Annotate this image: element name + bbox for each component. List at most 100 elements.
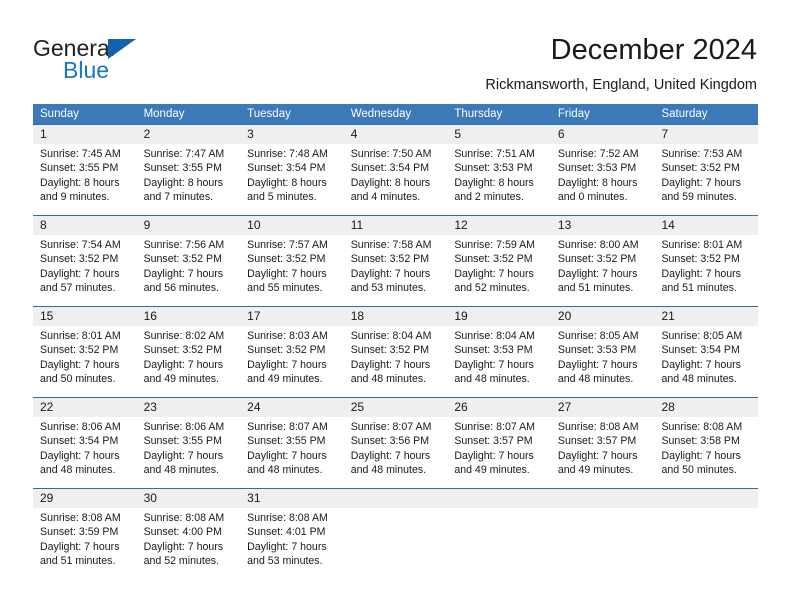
day-number[interactable]: 4 (344, 125, 448, 144)
day-number[interactable]: 28 (654, 398, 758, 417)
sunrise-text: Sunrise: 7:56 AM (143, 239, 225, 251)
day-cell[interactable]: Sunrise: 7:47 AM Sunset: 3:55 PM Dayligh… (137, 144, 241, 215)
day-number[interactable]: 19 (447, 307, 551, 326)
sunrise-text: Sunrise: 7:47 AM (143, 148, 225, 160)
day-cell[interactable]: Sunrise: 8:08 AM Sunset: 3:59 PM Dayligh… (33, 508, 137, 579)
day-number[interactable]: 8 (33, 216, 137, 235)
day-number[interactable]: 20 (551, 307, 655, 326)
logo-text-blue: Blue (63, 57, 110, 83)
daylight-text-line1: Daylight: 7 hours (661, 449, 741, 462)
sunrise-text: Sunrise: 8:06 AM (40, 421, 121, 433)
daylight-text-line1: Daylight: 7 hours (40, 267, 120, 280)
sunset-text: Sunset: 3:54 PM (350, 162, 430, 175)
daylight-text-line2: and 49 minutes. (143, 372, 219, 385)
page-title: December 2024 (550, 34, 757, 66)
day-details-band: Sunrise: 8:06 AM Sunset: 3:54 PM Dayligh… (33, 417, 758, 488)
daylight-text-line2: and 2 minutes. (454, 190, 524, 203)
day-cell[interactable]: Sunrise: 8:04 AM Sunset: 3:53 PM Dayligh… (447, 326, 551, 397)
day-cell[interactable]: Sunrise: 8:08 AM Sunset: 4:00 PM Dayligh… (137, 508, 241, 579)
day-number[interactable]: 13 (551, 216, 655, 235)
day-cell[interactable]: Sunrise: 7:48 AM Sunset: 3:54 PM Dayligh… (240, 144, 344, 215)
page-header: General Blue December 2024 Rickmansworth… (0, 0, 792, 100)
day-number[interactable]: 30 (137, 489, 241, 508)
day-cell[interactable]: Sunrise: 8:05 AM Sunset: 3:53 PM Dayligh… (551, 326, 655, 397)
day-number[interactable]: 11 (344, 216, 448, 235)
day-number[interactable]: 24 (240, 398, 344, 417)
day-number[interactable]: 17 (240, 307, 344, 326)
day-cell[interactable]: Sunrise: 7:51 AM Sunset: 3:53 PM Dayligh… (447, 144, 551, 215)
day-number[interactable]: 3 (240, 125, 344, 144)
day-number[interactable]: 16 (137, 307, 241, 326)
day-cell[interactable]: Sunrise: 8:07 AM Sunset: 3:56 PM Dayligh… (344, 417, 448, 488)
day-number[interactable]: 21 (654, 307, 758, 326)
sunrise-text: Sunrise: 8:02 AM (143, 330, 225, 342)
day-cell[interactable]: Sunrise: 7:53 AM Sunset: 3:52 PM Dayligh… (654, 144, 758, 215)
day-cell[interactable]: Sunrise: 7:45 AM Sunset: 3:55 PM Dayligh… (33, 144, 137, 215)
day-cell[interactable]: Sunrise: 8:00 AM Sunset: 3:52 PM Dayligh… (551, 235, 655, 306)
sunrise-text: Sunrise: 7:58 AM (350, 239, 432, 251)
day-number[interactable]: 18 (344, 307, 448, 326)
day-cell[interactable]: Sunrise: 7:52 AM Sunset: 3:53 PM Dayligh… (551, 144, 655, 215)
calendar-week-row: 8 9 10 11 12 13 14 Sunrise: 7:54 AM Suns… (33, 215, 758, 306)
daylight-text-line1: Daylight: 7 hours (350, 358, 431, 371)
day-number[interactable]: 2 (137, 125, 241, 144)
day-number[interactable]: 7 (654, 125, 758, 144)
daylight-text-line1: Daylight: 7 hours (350, 449, 431, 462)
day-cell[interactable]: Sunrise: 7:59 AM Sunset: 3:52 PM Dayligh… (447, 235, 551, 306)
weekday-header-row: Sunday Monday Tuesday Wednesday Thursday… (33, 104, 758, 124)
daylight-text-line1: Daylight: 7 hours (247, 358, 327, 371)
day-number[interactable]: 27 (551, 398, 655, 417)
day-cell[interactable]: Sunrise: 8:08 AM Sunset: 3:57 PM Dayligh… (551, 417, 655, 488)
day-number[interactable]: 26 (447, 398, 551, 417)
day-cell[interactable]: Sunrise: 8:01 AM Sunset: 3:52 PM Dayligh… (654, 235, 758, 306)
day-number[interactable]: 12 (447, 216, 551, 235)
day-cell[interactable]: Sunrise: 8:01 AM Sunset: 3:52 PM Dayligh… (33, 326, 137, 397)
day-cell-empty (551, 508, 655, 579)
day-number[interactable]: 25 (344, 398, 448, 417)
day-cell[interactable]: Sunrise: 7:57 AM Sunset: 3:52 PM Dayligh… (240, 235, 344, 306)
day-cell[interactable]: Sunrise: 7:58 AM Sunset: 3:52 PM Dayligh… (344, 235, 448, 306)
day-number[interactable]: 31 (240, 489, 344, 508)
sunset-text: Sunset: 3:52 PM (661, 253, 740, 266)
day-number[interactable]: 15 (33, 307, 137, 326)
sunrise-text: Sunrise: 7:52 AM (557, 148, 639, 160)
day-cell[interactable]: Sunrise: 8:06 AM Sunset: 3:54 PM Dayligh… (33, 417, 137, 488)
day-cell[interactable]: Sunrise: 8:02 AM Sunset: 3:52 PM Dayligh… (137, 326, 241, 397)
sunrise-text: Sunrise: 8:01 AM (40, 330, 121, 342)
day-number[interactable]: 23 (137, 398, 241, 417)
day-number[interactable]: 9 (137, 216, 241, 235)
day-cell[interactable]: Sunrise: 8:07 AM Sunset: 3:57 PM Dayligh… (447, 417, 551, 488)
sunrise-text: Sunrise: 8:05 AM (557, 330, 639, 342)
day-cell[interactable]: Sunrise: 8:04 AM Sunset: 3:52 PM Dayligh… (344, 326, 448, 397)
daylight-text-line1: Daylight: 8 hours (247, 176, 327, 189)
sunset-text: Sunset: 3:52 PM (350, 344, 430, 357)
day-number[interactable]: 22 (33, 398, 137, 417)
sunrise-text: Sunrise: 8:08 AM (40, 512, 121, 524)
daylight-text-line1: Daylight: 8 hours (143, 176, 224, 189)
daylight-text-line1: Daylight: 7 hours (661, 176, 741, 189)
day-number[interactable]: 1 (33, 125, 137, 144)
day-cell[interactable]: Sunrise: 8:07 AM Sunset: 3:55 PM Dayligh… (240, 417, 344, 488)
day-number[interactable]: 10 (240, 216, 344, 235)
day-cell[interactable]: Sunrise: 7:54 AM Sunset: 3:52 PM Dayligh… (33, 235, 137, 306)
day-cell[interactable]: Sunrise: 8:03 AM Sunset: 3:52 PM Dayligh… (240, 326, 344, 397)
daylight-text-line1: Daylight: 7 hours (557, 449, 638, 462)
daylight-text-line2: and 50 minutes. (661, 463, 737, 476)
day-number[interactable]: 5 (447, 125, 551, 144)
daylight-text-line2: and 48 minutes. (454, 372, 530, 385)
sunrise-text: Sunrise: 8:04 AM (350, 330, 432, 342)
day-number[interactable]: 14 (654, 216, 758, 235)
day-cell[interactable]: Sunrise: 7:56 AM Sunset: 3:52 PM Dayligh… (137, 235, 241, 306)
general-blue-logo[interactable]: General Blue (33, 36, 233, 88)
daylight-text-line2: and 48 minutes. (350, 372, 427, 385)
day-number[interactable]: 29 (33, 489, 137, 508)
day-cell[interactable]: Sunrise: 8:08 AM Sunset: 4:01 PM Dayligh… (240, 508, 344, 579)
day-details-band: Sunrise: 7:45 AM Sunset: 3:55 PM Dayligh… (33, 144, 758, 215)
day-number[interactable]: 6 (551, 125, 655, 144)
day-cell[interactable]: Sunrise: 8:05 AM Sunset: 3:54 PM Dayligh… (654, 326, 758, 397)
day-cell[interactable]: Sunrise: 8:06 AM Sunset: 3:55 PM Dayligh… (137, 417, 241, 488)
daylight-text-line2: and 5 minutes. (247, 190, 317, 203)
daylight-text-line2: and 7 minutes. (143, 190, 214, 203)
day-cell[interactable]: Sunrise: 7:50 AM Sunset: 3:54 PM Dayligh… (344, 144, 448, 215)
day-cell[interactable]: Sunrise: 8:08 AM Sunset: 3:58 PM Dayligh… (654, 417, 758, 488)
